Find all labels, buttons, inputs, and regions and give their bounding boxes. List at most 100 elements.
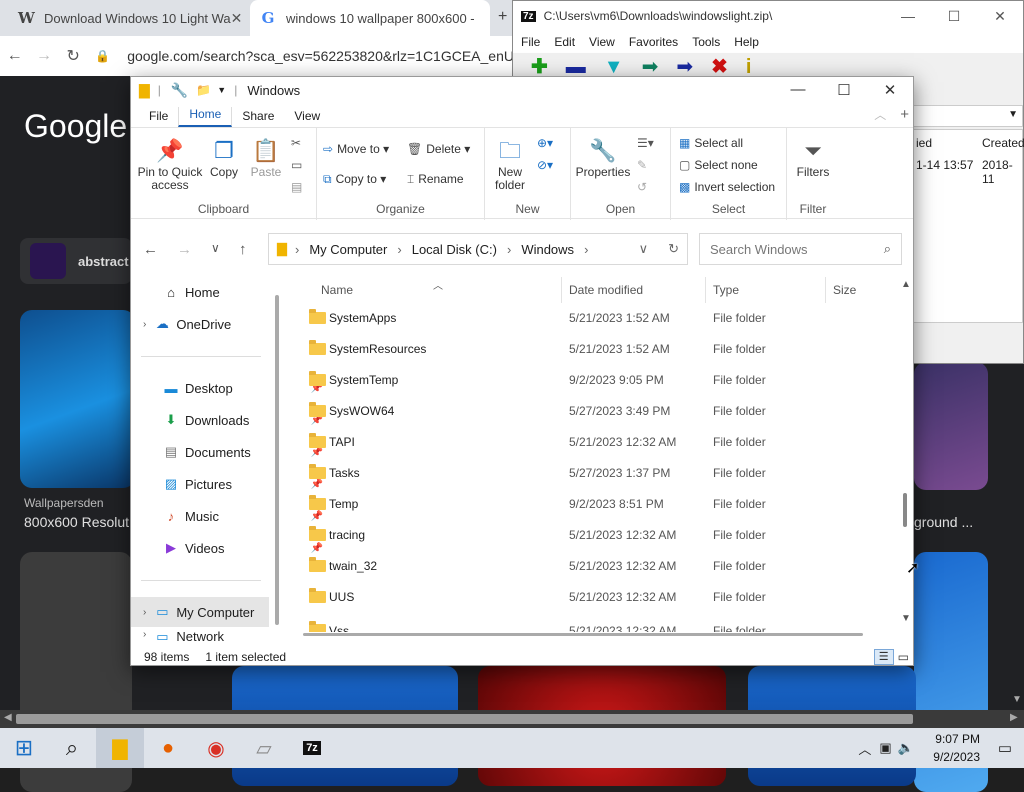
breadcrumb-item[interactable]: My Computer <box>309 242 387 257</box>
paste-shortcut-icon[interactable]: ▤ <box>291 180 302 194</box>
filter-chip[interactable]: abstract <box>20 238 132 284</box>
result-title[interactable]: ground ... <box>914 514 973 530</box>
nav-item-music[interactable]: ♪ Music 📌 <box>161 501 323 531</box>
breadcrumb-item[interactable]: Local Disk (C:) <box>412 242 497 257</box>
scroll-down-icon[interactable]: ▼ <box>901 613 911 624</box>
table-row[interactable]: UUS 5/21/2023 12:32 AM File folder <box>289 581 889 612</box>
volume-icon[interactable]: 🔈 <box>898 740 914 756</box>
chevron-down-icon[interactable]: ∨ <box>211 241 220 255</box>
pin-button[interactable]: 📌 Pin to Quick access <box>135 136 205 192</box>
nav-item-network[interactable]: › ▭ Network <box>143 629 283 647</box>
column-name[interactable]: Name <box>321 283 353 297</box>
add-icon[interactable]: + <box>890 106 913 127</box>
table-row[interactable]: SystemResources 5/21/2023 1:52 AM File fol… <box>289 333 889 364</box>
table-row[interactable]: Tasks 5/27/2023 1:37 PM File folder <box>289 457 889 488</box>
column-type[interactable]: Type <box>713 283 739 297</box>
tab-file[interactable]: File <box>139 109 178 127</box>
copy-button[interactable]: ❐ Copy <box>205 136 243 179</box>
new-tab-icon[interactable]: + <box>498 8 507 26</box>
open-icon[interactable]: ☰▾ <box>637 136 654 150</box>
column-size[interactable]: Size <box>833 283 856 297</box>
scroll-up-icon[interactable]: ▲ <box>901 279 911 290</box>
table-row[interactable]: TAPI 5/21/2023 12:32 AM File folder <box>289 426 889 457</box>
chrome-button[interactable]: ◉ <box>192 728 240 768</box>
collapse-ribbon-icon[interactable]: ︿ <box>864 106 890 127</box>
table-row[interactable]: Temp 9/2/2023 8:51 PM File folder <box>289 488 889 519</box>
menu-help[interactable]: Help <box>734 35 759 49</box>
filters-button[interactable]: ⏷ Filters <box>791 136 835 179</box>
new-item-icon[interactable]: ⊕▾ <box>537 136 553 150</box>
test-icon[interactable]: ▼ <box>604 57 624 77</box>
archive-list[interactable]: ied Created 1-14 13:57 2018-11 <box>913 129 1024 323</box>
result-source[interactable]: Wallpapersden <box>24 496 104 510</box>
minimize-icon[interactable]: — <box>885 8 931 25</box>
scroll-left-icon[interactable]: ◀ <box>4 712 12 723</box>
clock[interactable]: 9:07 PM 9/2/2023 <box>933 730 980 766</box>
details-view-icon[interactable]: ☰ <box>873 649 894 665</box>
result-image[interactable] <box>914 362 988 490</box>
chevron-up-icon[interactable]: ︿ <box>858 739 871 758</box>
horizontal-scrollbar[interactable] <box>303 633 863 636</box>
vertical-scrollbar-thumb[interactable] <box>903 493 907 527</box>
table-row[interactable]: Vss 5/21/2023 12:32 AM File folder <box>289 612 889 632</box>
back-icon[interactable]: ← <box>143 241 158 258</box>
large-icons-view-icon[interactable]: ▭ <box>898 650 909 664</box>
google-logo[interactable]: Google <box>24 108 127 145</box>
menu-edit[interactable]: Edit <box>554 35 575 49</box>
delete-button[interactable]: 🗑 Delete ▾ <box>407 142 470 156</box>
search-button[interactable]: ⌕ <box>48 728 96 768</box>
select-none-button[interactable]: ▢ Select none <box>679 158 758 172</box>
chevron-right-icon[interactable]: › <box>143 629 146 640</box>
result-title[interactable]: 800x600 Resolut <box>24 514 129 530</box>
refresh-icon[interactable]: ↻ <box>668 241 679 257</box>
select-all-button[interactable]: ▦ Select all <box>679 136 743 150</box>
lock-icon[interactable]: 🔒 <box>88 49 117 63</box>
table-row[interactable]: tracing 5/21/2023 12:32 AM File folder <box>289 519 889 550</box>
invert-selection-button[interactable]: ▩ Invert selection <box>679 180 775 194</box>
forward-icon[interactable]: → <box>177 241 192 258</box>
nav-scrollbar[interactable] <box>275 295 279 625</box>
menu-tools[interactable]: Tools <box>692 35 720 49</box>
chevron-down-icon[interactable]: ▼ <box>1008 109 1018 120</box>
add-icon[interactable]: ✚ <box>531 57 548 77</box>
edit-icon[interactable]: ✎ <box>637 158 647 172</box>
move-to-button[interactable]: ⇨ Move to ▾ <box>323 142 389 156</box>
column-modified[interactable]: ied <box>916 136 932 150</box>
menu-view[interactable]: View <box>589 35 615 49</box>
menu-file[interactable]: File <box>521 35 540 49</box>
path-combobox[interactable]: ▼ <box>913 105 1023 127</box>
paste-button[interactable]: 📋 Paste <box>247 136 285 179</box>
history-icon[interactable]: ↺ <box>637 180 647 194</box>
properties-button[interactable]: 🔧 Properties <box>573 136 633 179</box>
column-created[interactable]: Created <box>982 136 1024 150</box>
move-icon[interactable]: ➡ <box>676 57 693 77</box>
table-row[interactable]: SystemTemp 9/2/2023 9:05 PM File folder <box>289 364 889 395</box>
result-image[interactable] <box>20 310 135 488</box>
info-icon[interactable]: i <box>746 57 752 77</box>
reload-icon[interactable]: ↻ <box>59 46 88 66</box>
browser-tab-wikipedia[interactable]: W Download Windows 10 Light Wa ✕ <box>8 0 246 36</box>
tab-share[interactable]: Share <box>232 109 284 127</box>
chevron-right-icon[interactable]: › <box>143 607 146 618</box>
maximize-icon[interactable]: ☐ <box>821 81 867 99</box>
close-icon[interactable]: ✕ <box>231 10 243 27</box>
nav-item-documents[interactable]: ▤ Documents 📌 <box>161 437 323 467</box>
tab-view[interactable]: View <box>284 109 330 127</box>
table-row[interactable]: SysWOW64 5/27/2023 3:49 PM File folder <box>289 395 889 426</box>
maximize-icon[interactable]: ☐ <box>931 8 977 25</box>
chevron-right-icon[interactable]: › <box>143 319 146 330</box>
close-icon[interactable]: ✕ <box>867 81 913 99</box>
close-icon[interactable]: ✕ <box>977 8 1023 25</box>
cut-icon[interactable]: ✂ <box>291 136 301 150</box>
column-date-modified[interactable]: Date modified <box>569 283 643 297</box>
breadcrumb-item[interactable]: Windows <box>521 242 574 257</box>
address-bar[interactable]: google.com/search?sca_esv=562253820&rlz=… <box>127 48 514 64</box>
new-folder-icon[interactable]: 📁 <box>196 83 211 97</box>
nav-item-my-computer[interactable]: › ▭ My Computer <box>131 597 269 627</box>
up-icon[interactable]: ↑ <box>239 241 247 258</box>
minimize-icon[interactable]: — <box>775 81 821 99</box>
back-icon[interactable]: ← <box>0 47 29 65</box>
sevenzip-button[interactable]: 7z <box>288 728 336 768</box>
nav-item-onedrive[interactable]: › ☁ OneDrive <box>143 309 283 339</box>
copy-to-button[interactable]: ⧉ Copy to ▾ <box>323 172 386 187</box>
